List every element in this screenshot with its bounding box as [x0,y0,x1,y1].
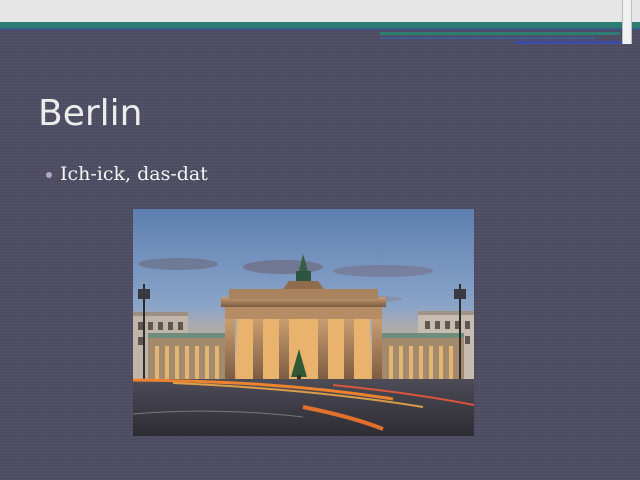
brandenburg-gate-photo [133,209,474,436]
bullet-item: Ich-ick, das-dat [46,163,208,185]
bullet-text: Ich-ick, das-dat [60,163,208,185]
accent-line [380,32,620,35]
scrollbar[interactable] [622,0,632,44]
bullet-list: Ich-ick, das-dat [46,163,208,185]
accent-line [515,41,625,44]
top-band [0,0,640,22]
slide: Berlin Ich-ick, das-dat [0,0,640,480]
slide-title: Berlin [38,93,143,134]
bullet-icon [46,171,52,178]
header-stripe-blue [0,28,640,30]
accent-line [380,37,595,39]
